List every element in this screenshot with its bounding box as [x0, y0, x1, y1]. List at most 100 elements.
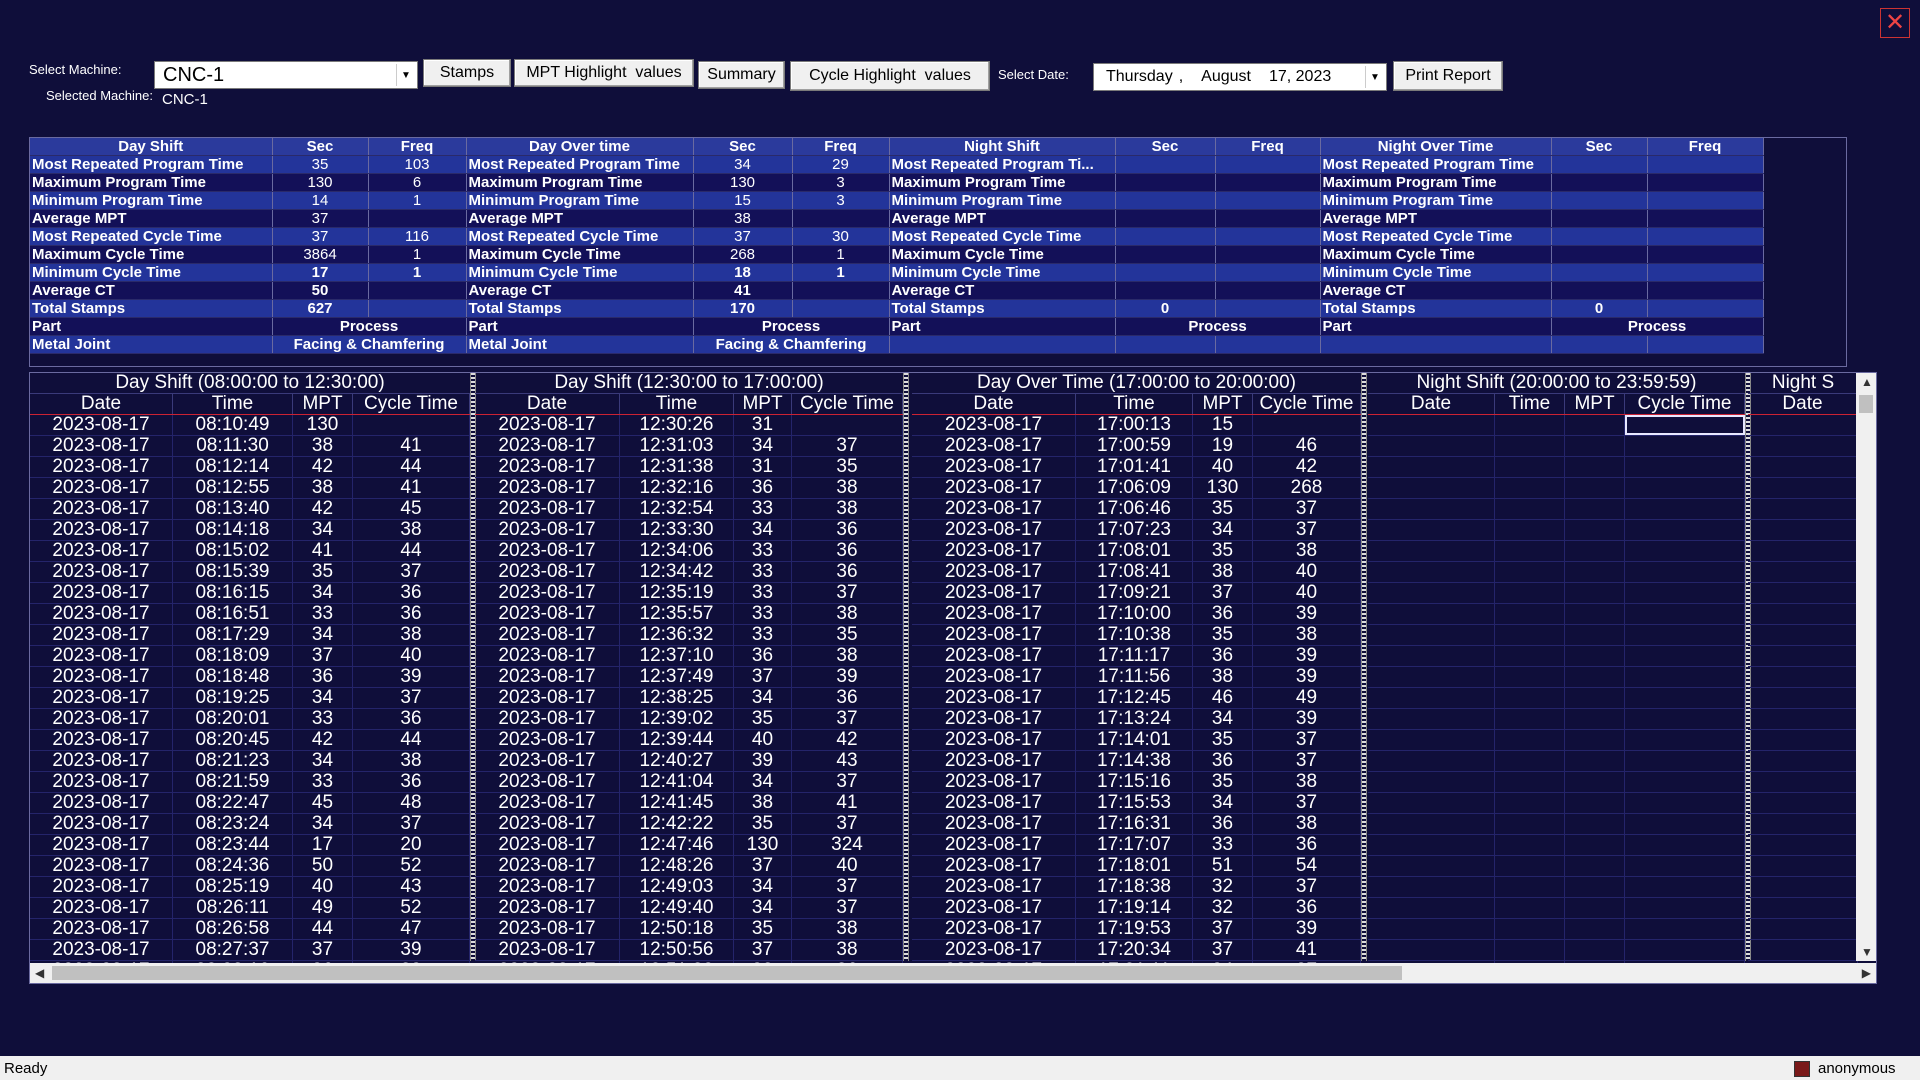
table-cell[interactable]: 32 — [1193, 877, 1253, 897]
table-cell[interactable]: 08:15:02 — [173, 541, 293, 561]
table-row[interactable] — [1748, 709, 1858, 730]
table-cell[interactable]: 2023-08-17 — [475, 709, 620, 729]
scroll-right-icon[interactable]: ▶ — [1862, 966, 1871, 980]
table-cell[interactable] — [1495, 478, 1565, 498]
table-cell[interactable]: 2023-08-17 — [912, 856, 1076, 876]
table-cell[interactable]: 37 — [293, 940, 353, 960]
table-cell[interactable]: 37 — [792, 772, 903, 792]
table-cell[interactable]: 17:18:38 — [1076, 877, 1193, 897]
table-cell[interactable]: 34 — [1193, 520, 1253, 540]
table-row[interactable] — [1748, 772, 1858, 793]
table-cell[interactable]: 324 — [792, 835, 903, 855]
table-cell[interactable] — [1495, 772, 1565, 792]
table-cell[interactable]: 2023-08-17 — [30, 688, 173, 708]
table-cell[interactable] — [1625, 709, 1745, 729]
table-cell[interactable] — [1748, 625, 1858, 645]
table-cell[interactable]: 12:32:54 — [620, 499, 734, 519]
table-row[interactable]: 2023-08-17 12:41:04 34 37 — [475, 772, 903, 793]
table-row[interactable]: 2023-08-17 12:39:44 40 42 — [475, 730, 903, 751]
table-cell[interactable] — [1748, 898, 1858, 918]
table-cell[interactable]: 2023-08-17 — [475, 499, 620, 519]
table-cell[interactable] — [1495, 940, 1565, 960]
table-cell[interactable]: 47 — [353, 919, 470, 939]
table-cell[interactable]: 17:16:31 — [1076, 814, 1193, 834]
table-row[interactable]: 2023-08-17 08:14:18 34 38 — [30, 520, 470, 541]
table-cell[interactable] — [1748, 646, 1858, 666]
table-cell[interactable] — [1565, 667, 1625, 687]
table-row[interactable]: 2023-08-17 08:21:59 33 36 — [30, 772, 470, 793]
table-cell[interactable]: 39 — [1253, 604, 1361, 624]
table-cell[interactable] — [1565, 583, 1625, 603]
table-cell[interactable]: 08:21:59 — [173, 772, 293, 792]
table-cell[interactable] — [1748, 604, 1858, 624]
grid-column-header[interactable]: Date — [475, 394, 620, 414]
table-cell[interactable] — [1565, 898, 1625, 918]
table-row[interactable]: 2023-08-17 17:18:38 32 37 — [912, 877, 1361, 898]
table-row[interactable]: 2023-08-17 12:31:38 31 35 — [475, 457, 903, 478]
grid-column-header[interactable]: MPT — [1193, 394, 1253, 414]
grid-column-header[interactable]: Cycle Time — [792, 394, 903, 414]
table-cell[interactable]: 37 — [792, 709, 903, 729]
table-cell[interactable] — [1565, 436, 1625, 456]
table-cell[interactable]: 12:39:02 — [620, 709, 734, 729]
table-cell[interactable] — [1625, 856, 1745, 876]
table-cell[interactable]: 35 — [792, 457, 903, 477]
table-cell[interactable]: 2023-08-17 — [912, 751, 1076, 771]
table-cell[interactable]: 2023-08-17 — [912, 604, 1076, 624]
table-row[interactable] — [1368, 667, 1745, 688]
table-cell[interactable]: 2023-08-17 — [30, 814, 173, 834]
table-cell[interactable] — [1625, 814, 1745, 834]
table-row[interactable]: 2023-08-17 12:50:18 35 38 — [475, 919, 903, 940]
table-cell[interactable]: 35 — [1193, 625, 1253, 645]
table-cell[interactable]: 37 — [734, 667, 792, 687]
table-cell[interactable] — [1625, 877, 1745, 897]
table-cell[interactable]: 2023-08-17 — [475, 814, 620, 834]
table-cell[interactable]: 17:12:45 — [1076, 688, 1193, 708]
table-cell[interactable]: 2023-08-17 — [912, 478, 1076, 498]
table-cell[interactable] — [1565, 478, 1625, 498]
table-cell[interactable]: 08:23:24 — [173, 814, 293, 834]
table-cell[interactable]: 12:47:46 — [620, 835, 734, 855]
table-cell[interactable] — [1368, 541, 1495, 561]
table-cell[interactable]: 12:31:38 — [620, 457, 734, 477]
table-cell[interactable] — [1565, 541, 1625, 561]
table-cell[interactable]: 17:19:14 — [1076, 898, 1193, 918]
table-cell[interactable]: 2023-08-17 — [475, 877, 620, 897]
table-cell[interactable]: 34 — [734, 898, 792, 918]
table-cell[interactable] — [1368, 877, 1495, 897]
table-cell[interactable] — [1368, 520, 1495, 540]
table-cell[interactable] — [1495, 541, 1565, 561]
vertical-scroll-thumb[interactable] — [1859, 395, 1873, 413]
table-cell[interactable]: 12:37:10 — [620, 646, 734, 666]
table-row[interactable] — [1748, 730, 1858, 751]
table-cell[interactable]: 12:42:22 — [620, 814, 734, 834]
table-cell[interactable]: 37 — [792, 877, 903, 897]
table-cell[interactable]: 12:32:16 — [620, 478, 734, 498]
table-row[interactable]: 2023-08-17 12:35:57 33 38 — [475, 604, 903, 625]
table-row[interactable]: 2023-08-17 08:11:30 38 41 — [30, 436, 470, 457]
table-cell[interactable]: 08:15:39 — [173, 562, 293, 582]
table-cell[interactable]: 12:48:26 — [620, 856, 734, 876]
table-row[interactable]: 2023-08-17 08:25:19 40 43 — [30, 877, 470, 898]
table-cell[interactable]: 38 — [792, 940, 903, 960]
table-cell[interactable]: 2023-08-17 — [30, 835, 173, 855]
table-row[interactable] — [1748, 793, 1858, 814]
table-cell[interactable]: 17 — [293, 835, 353, 855]
table-cell[interactable]: 12:49:03 — [620, 877, 734, 897]
table-row[interactable]: 2023-08-17 12:34:06 33 36 — [475, 541, 903, 562]
table-cell[interactable]: 49 — [1253, 688, 1361, 708]
table-cell[interactable]: 36 — [353, 604, 470, 624]
table-cell[interactable] — [1565, 415, 1625, 435]
table-cell[interactable]: 2023-08-17 — [912, 940, 1076, 960]
table-cell[interactable] — [1368, 457, 1495, 477]
table-cell[interactable]: 38 — [353, 625, 470, 645]
table-row[interactable]: 2023-08-17 17:11:56 38 39 — [912, 667, 1361, 688]
table-cell[interactable]: 08:12:14 — [173, 457, 293, 477]
table-cell[interactable] — [1368, 709, 1495, 729]
table-cell[interactable] — [1565, 919, 1625, 939]
table-row[interactable] — [1368, 604, 1745, 625]
table-row[interactable]: 2023-08-17 08:12:14 42 44 — [30, 457, 470, 478]
table-cell[interactable]: 2023-08-17 — [30, 541, 173, 561]
table-row[interactable] — [1748, 814, 1858, 835]
table-cell[interactable]: 2023-08-17 — [475, 688, 620, 708]
